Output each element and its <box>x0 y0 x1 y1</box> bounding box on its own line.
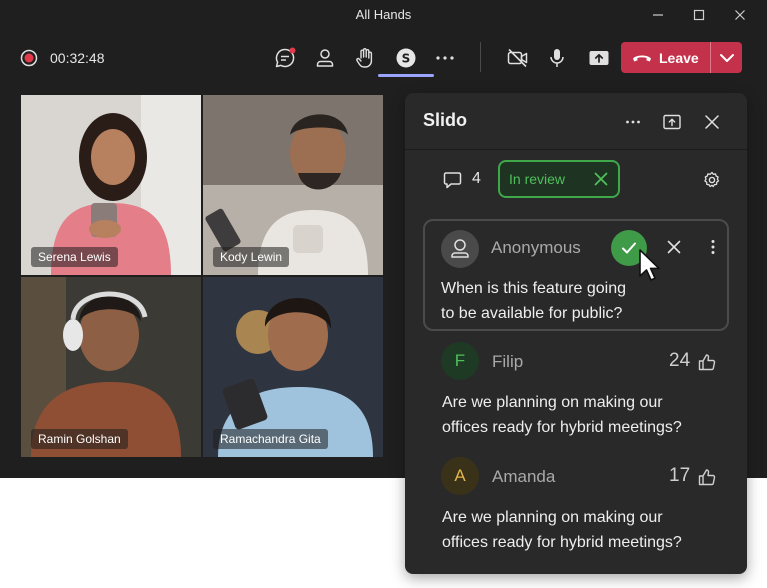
leave-label: Leave <box>659 50 699 66</box>
participant-name: Serena Lewis <box>31 247 118 267</box>
thumbs-up-icon[interactable] <box>697 467 717 487</box>
video-tile-kody[interactable]: Kody Lewin <box>203 95 383 275</box>
chevron-down-icon <box>720 54 734 62</box>
minimize-icon[interactable] <box>649 6 667 24</box>
question-text: Are we planning on making our offices re… <box>442 390 732 440</box>
mouse-cursor-icon <box>637 248 663 284</box>
thumbs-up-icon[interactable] <box>697 352 717 372</box>
raise-hand-icon[interactable] <box>353 46 377 70</box>
leave-button-group: Leave <box>621 42 742 73</box>
video-tile-ramin[interactable]: Ramin Golshan <box>21 277 201 457</box>
panel-title: Slido <box>423 110 467 130</box>
slido-app-icon[interactable]: S <box>394 46 418 70</box>
microphone-icon[interactable] <box>545 46 569 70</box>
title-bar: All Hands <box>0 0 767 30</box>
question-text-line: Are we planning on making our <box>442 394 663 411</box>
meeting-toolbar: 00:32:48 S Leave <box>0 36 767 80</box>
pop-out-icon[interactable] <box>662 112 682 132</box>
participant-name: Ramin Golshan <box>31 429 128 449</box>
close-panel-icon[interactable] <box>702 112 722 132</box>
chat-icon[interactable] <box>273 46 297 70</box>
settings-gear-icon[interactable] <box>702 170 722 190</box>
questions-icon <box>443 169 465 191</box>
anonymous-avatar <box>441 230 479 268</box>
camera-off-icon[interactable] <box>506 46 530 70</box>
question-author: Amanda <box>492 467 556 486</box>
checkmark-icon <box>622 242 636 254</box>
amanda-avatar: A <box>441 457 479 495</box>
people-icon[interactable] <box>313 46 337 70</box>
meeting-timer: 00:32:48 <box>50 50 105 66</box>
hang-up-icon <box>633 55 651 62</box>
close-window-icon[interactable] <box>731 6 749 24</box>
question-text-line: When is this feature going <box>441 280 626 297</box>
question-text-line: offices ready for hybrid meetings? <box>442 419 682 436</box>
dismiss-button[interactable] <box>665 238 683 256</box>
toolbar-divider <box>480 42 481 72</box>
question-text-line: offices ready for hybrid meetings? <box>442 534 682 551</box>
in-review-filter[interactable]: In review <box>498 160 620 198</box>
leave-options-button[interactable] <box>711 42 742 73</box>
question-author: Filip <box>492 352 524 371</box>
filip-avatar: F <box>441 342 479 380</box>
clear-filter-icon[interactable] <box>593 171 609 187</box>
question-text: When is this feature going to be availab… <box>441 276 731 326</box>
panel-divider <box>405 149 747 150</box>
recording-icon <box>20 49 38 67</box>
question-author: Anonymous <box>491 238 581 257</box>
slido-panel: Slido 4 In review Anonymous When is this… <box>405 93 747 574</box>
question-count: 4 <box>472 170 481 187</box>
filter-label: In review <box>509 171 566 187</box>
card-more-icon[interactable] <box>704 238 722 256</box>
maximize-icon[interactable] <box>690 6 708 24</box>
question-text-line: Are we planning on making our <box>442 509 663 526</box>
participant-name: Ramachandra Gita <box>213 429 328 449</box>
video-tile-ramachandra[interactable]: Ramachandra Gita <box>203 277 383 457</box>
close-icon <box>667 240 681 254</box>
question-text: Are we planning on making our offices re… <box>442 505 732 555</box>
svg-text:S: S <box>402 52 411 66</box>
video-tile-serena[interactable]: Serena Lewis <box>21 95 201 275</box>
share-screen-icon[interactable] <box>587 46 611 70</box>
video-grid: Serena Lewis Kody Lewin Ramin Golshan Ra… <box>21 95 383 457</box>
leave-button[interactable]: Leave <box>621 42 710 73</box>
panel-more-icon[interactable] <box>623 112 643 132</box>
more-options-icon[interactable] <box>433 46 457 70</box>
review-question-card[interactable]: Anonymous When is this feature going to … <box>423 219 729 331</box>
active-app-indicator <box>378 74 434 77</box>
question-text-line: to be available for public? <box>441 305 623 322</box>
like-count: 24 <box>669 350 691 371</box>
participant-name: Kody Lewin <box>213 247 290 267</box>
like-count: 17 <box>669 465 691 486</box>
